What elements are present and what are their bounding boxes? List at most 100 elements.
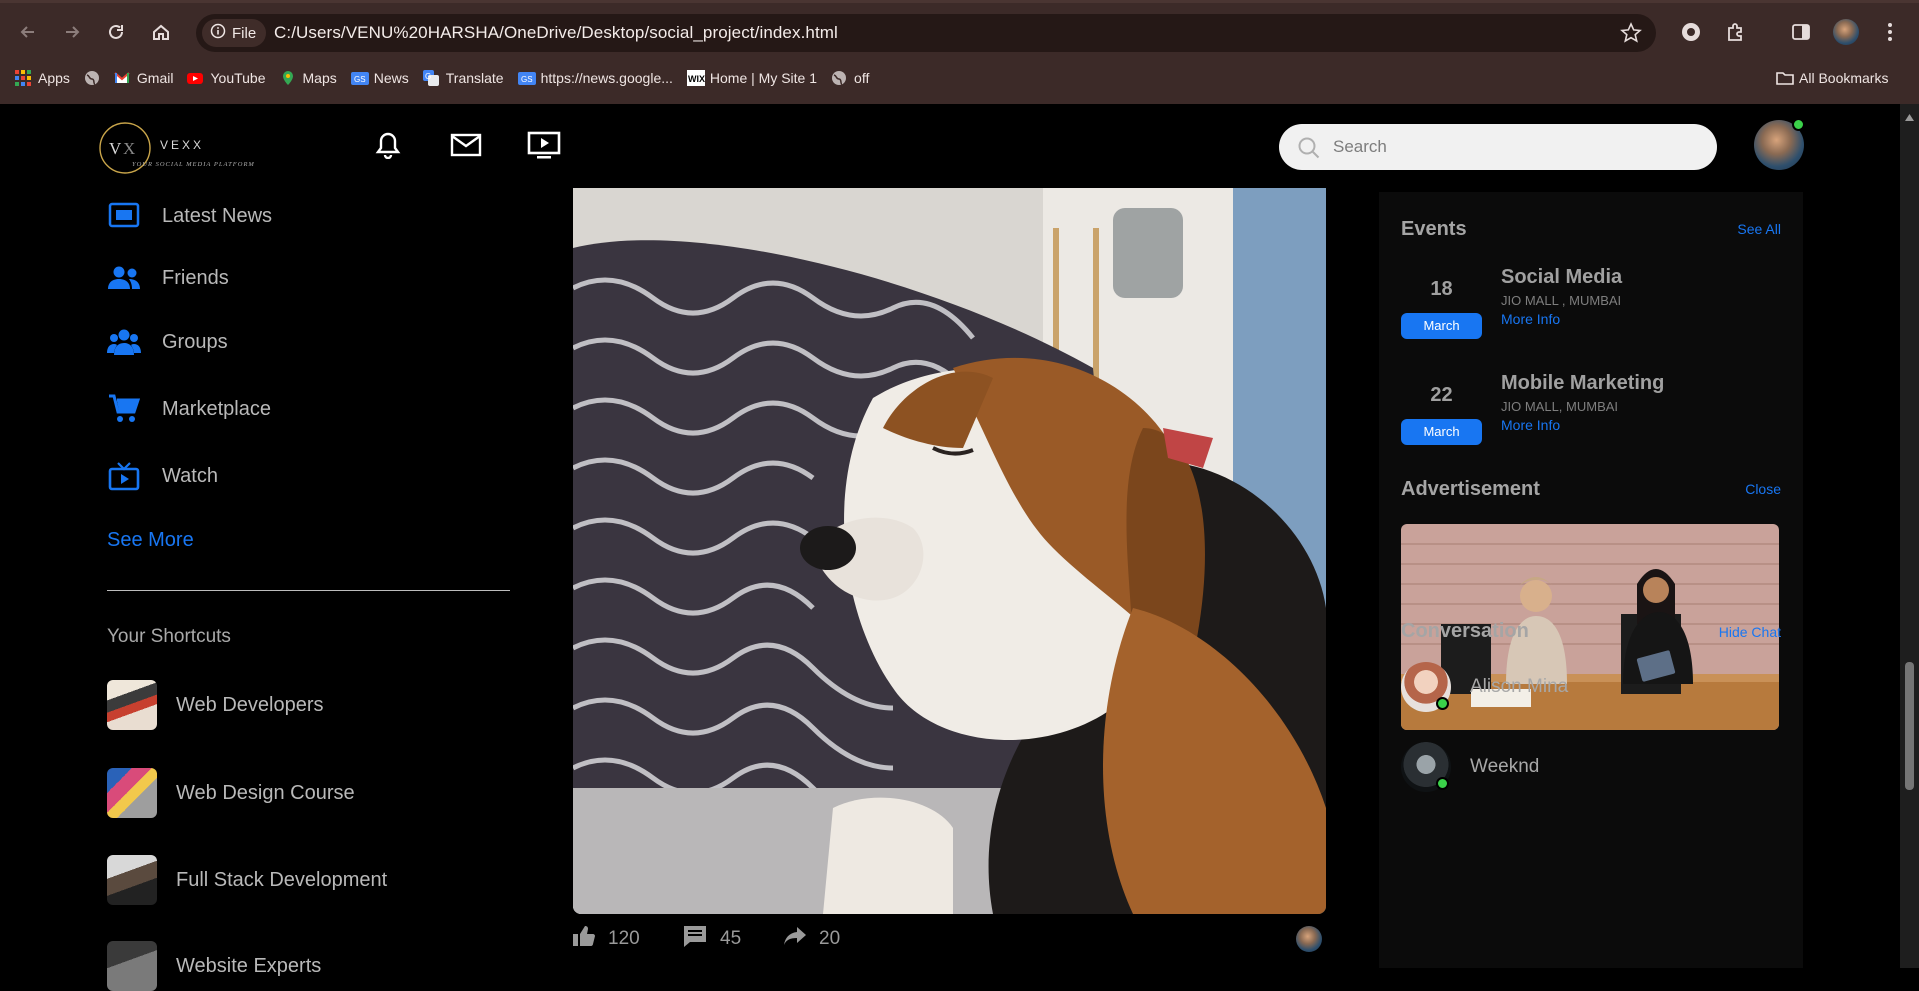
event-month-badge: March [1401,419,1482,445]
logo-name: VEXX [160,138,204,152]
page-scrollbar[interactable] [1900,104,1919,968]
like-count: 120 [608,928,640,949]
bookmark-apps[interactable]: Apps [15,70,70,86]
bookmark-label: Translate [445,70,504,86]
news-icon [106,201,142,231]
bookmark-gmail[interactable]: Gmail [114,70,174,86]
bookmark-star-icon[interactable] [1620,22,1642,49]
search-input[interactable]: Search [1333,137,1387,157]
address-bar[interactable]: File C:/Users/VENU%20HARSHA/OneDrive/Des… [196,14,1656,52]
bookmark-globe[interactable] [84,70,100,86]
svg-text:X: X [123,139,135,158]
chat-contact[interactable]: Alison Mina [1401,661,1568,713]
online-indicator [1436,777,1449,790]
url-text[interactable]: C:/Users/VENU%20HARSHA/OneDrive/Desktop/… [274,23,838,43]
event-month-badge: March [1401,313,1482,339]
notifications-bell-icon[interactable] [371,128,405,162]
sidebar-item-label: Marketplace [162,397,271,420]
bookmark-label: Gmail [136,70,174,86]
bookmark-label: YouTube [210,70,266,86]
bookmark-news[interactable]: GS News [350,70,409,86]
share-button[interactable]: 20 [783,924,840,954]
shortcut-item-full-stack-development[interactable]: Full Stack Development [107,855,387,905]
sidebar-item-label: Latest News [162,204,273,227]
wix-icon: WIX [686,70,705,86]
shortcut-thumbnail [107,855,157,905]
shortcut-thumbnail [107,680,157,730]
google-news-icon: GS [350,70,369,86]
messages-mail-icon[interactable] [449,128,483,162]
home-icon[interactable] [147,18,175,46]
bookmark-maps[interactable]: Maps [280,70,337,86]
back-icon[interactable] [14,18,42,46]
see-all-events-link[interactable]: See All [1737,221,1781,237]
hide-chat-link[interactable]: Hide Chat [1719,624,1781,640]
shortcut-label: Full Stack Development [176,868,388,891]
post-actions-bar: 120 45 20 [572,924,1328,954]
bookmark-youtube[interactable]: YouTube [187,70,266,86]
all-bookmarks[interactable]: All Bookmarks [1776,70,1888,86]
side-panel-icon[interactable] [1787,18,1815,46]
gmail-icon [114,70,130,86]
vexx-logo[interactable]: V X VEXX YOUR SOCIAL MEDIA PLATFORM [98,114,288,174]
shortcut-item-web-developers[interactable]: Web Developers [107,680,323,730]
forward-icon[interactable] [58,18,86,46]
sidebar-item-groups[interactable]: Groups [106,324,228,360]
bookmark-wix[interactable]: WIX Home | My Site 1 [686,70,818,86]
event-title: Social Media [1501,266,1623,288]
post-author-avatar[interactable] [1296,926,1322,952]
close-ad-link[interactable]: Close [1745,481,1781,497]
advertisement-heading: Advertisement [1401,478,1540,500]
events-heading: Events [1401,218,1467,240]
event-title: Mobile Marketing [1501,372,1665,394]
google-lens-icon[interactable] [1677,18,1705,46]
shortcut-item-website-experts[interactable]: Website Experts [107,941,321,991]
online-indicator [1792,118,1805,131]
extensions-icon[interactable] [1721,18,1749,46]
reload-icon[interactable] [102,18,130,46]
bookmark-translate[interactable]: G Translate [422,70,504,86]
bookmark-label: Apps [38,70,70,86]
scroll-up-icon[interactable] [1905,108,1914,126]
bookmark-google-news[interactable]: GS https://news.google... [517,70,673,86]
sidebar-item-latest-news[interactable]: Latest News [106,198,272,234]
contact-avatar [1401,742,1451,792]
video-play-icon[interactable] [527,128,561,162]
user-avatar[interactable] [1754,118,1805,170]
event-location: JIO MALL , MUMBAI [1501,293,1622,308]
watch-icon [106,461,142,491]
svg-text:GS: GS [354,75,366,84]
bookmarks-bar: Apps Gmail YouTube Maps GS News G Transl… [0,60,1919,96]
bookmark-label: https://news.google... [540,70,673,86]
bookmark-off[interactable]: off [831,70,869,86]
info-icon [210,23,226,43]
bookmark-label: Maps [302,70,337,86]
left-sidebar: Latest News Friends Groups Marketplace W… [0,188,560,991]
shortcuts-heading: Your Shortcuts [107,626,231,647]
chat-contact[interactable]: Weeknd [1401,741,1539,793]
sidebar-item-label: Groups [162,330,228,353]
sidebar-item-friends[interactable]: Friends [106,260,229,296]
right-sidebar: Events See All 18 March Social Media JIO… [1379,192,1803,968]
groups-icon [106,327,142,357]
event-more-info-link[interactable]: More Info [1501,417,1560,433]
like-button[interactable]: 120 [572,924,640,954]
bookmark-label: Home | My Site 1 [709,70,818,86]
sidebar-item-marketplace[interactable]: Marketplace [106,391,271,427]
profile-avatar-icon[interactable] [1832,18,1860,46]
site-info-chip[interactable]: File [202,19,267,47]
conversation-heading: Conversation [1401,620,1529,642]
shortcut-item-web-design-course[interactable]: Web Design Course [107,768,355,818]
sidebar-item-watch[interactable]: Watch [106,458,218,494]
event-more-info-link[interactable]: More Info [1501,311,1560,327]
comment-count: 45 [720,928,742,949]
share-arrow-icon [783,925,807,953]
contact-name: Weeknd [1470,756,1540,777]
see-more-link[interactable]: See More [107,529,194,552]
comment-button[interactable]: 45 [682,924,741,954]
post-image-beagle[interactable] [573,188,1326,914]
scrollbar-thumb[interactable] [1905,662,1914,790]
menu-kebab-icon[interactable] [1876,18,1904,46]
search-bar[interactable]: Search [1279,124,1717,170]
sidebar-item-label: Friends [162,266,229,289]
